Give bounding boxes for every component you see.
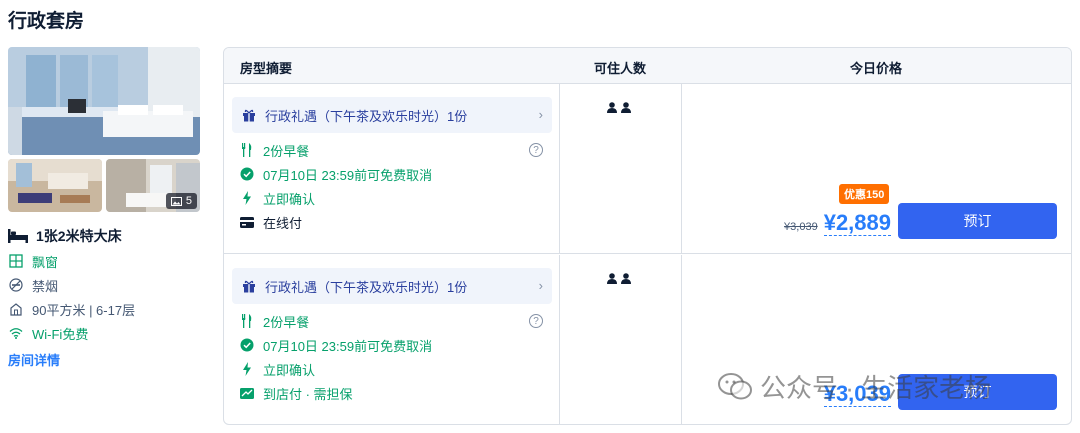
bed-type: 1张2米特大床: [36, 228, 122, 244]
photo-count: 5: [185, 195, 192, 207]
lightning-icon: [240, 191, 254, 205]
help-icon[interactable]: ?: [529, 143, 543, 157]
bed-icon: [8, 229, 28, 243]
gift-icon: [243, 280, 255, 293]
header-occupancy: 可住人数: [594, 61, 647, 76]
feature-window: 飘窗: [8, 252, 201, 270]
breakfast-perk: 2份早餐: [240, 141, 309, 159]
photo-count-badge[interactable]: 5: [165, 193, 197, 209]
feature-wifi: Wi-Fi免费: [8, 324, 201, 342]
feature-no-smoking: 禁烟: [8, 276, 201, 294]
book-button[interactable]: 预订: [898, 203, 1057, 239]
chevron-right-icon: ›: [538, 107, 543, 122]
cancel-perk: 07月10日 23:59前可免费取消: [240, 165, 432, 183]
rate-table: 房型摘要 可住人数 今日价格 行政礼遇（下午茶及欢乐时光）1份 › 2份早餐 ?…: [223, 47, 1072, 425]
room-info-panel: 5 1张2米特大床 飘窗 禁烟 90平方米 | 6-17层 Wi-Fi免费 房间…: [8, 47, 201, 370]
room-size-icon: [8, 301, 24, 317]
header-price: 今日价格: [850, 61, 903, 76]
room-photo-main[interactable]: [8, 47, 200, 155]
table-header: 房型摘要 可住人数 今日价格: [224, 48, 1071, 84]
payment-perk: 到店付 · 需担保: [240, 384, 353, 402]
current-price[interactable]: ¥3,039: [823, 382, 891, 407]
person-icon: [607, 102, 617, 113]
pay-at-hotel-icon: [240, 386, 254, 400]
original-price: ¥3,039: [784, 221, 818, 233]
column-divider: [681, 84, 682, 253]
room-photo-thumb[interactable]: 5: [106, 159, 200, 212]
confirm-perk: 立即确认: [240, 360, 315, 378]
gift-icon: [243, 109, 255, 122]
person-icon: [621, 273, 631, 284]
check-circle-icon: [240, 167, 254, 181]
card-icon: [240, 215, 254, 229]
chevron-right-icon: ›: [538, 278, 543, 293]
help-icon[interactable]: ?: [529, 314, 543, 328]
current-price[interactable]: ¥2,889: [823, 211, 891, 236]
book-button[interactable]: 预订: [898, 374, 1057, 410]
guest-icons: [607, 102, 631, 113]
feature-room-size: 90平方米 | 6-17层: [8, 300, 201, 318]
person-icon: [607, 273, 617, 284]
column-divider: [559, 255, 560, 424]
guest-icons: [607, 273, 631, 284]
wifi-icon: [8, 325, 24, 341]
gift-text: 行政礼遇（下午茶及欢乐时光）1份: [265, 108, 468, 124]
window-icon: [8, 253, 24, 269]
price-row: ¥3,039: [823, 382, 891, 407]
confirm-perk: 立即确认: [240, 189, 315, 207]
lightning-icon: [240, 362, 254, 376]
table-row: 行政礼遇（下午茶及欢乐时光）1份 › 2份早餐 ? 07月10日 23:59前可…: [224, 255, 1071, 424]
cancel-perk: 07月10日 23:59前可免费取消: [240, 336, 432, 354]
discount-badge: 优惠150: [839, 184, 890, 204]
cutlery-icon: [240, 143, 254, 157]
no-smoking-icon: [8, 277, 24, 293]
gift-benefit[interactable]: 行政礼遇（下午茶及欢乐时光）1份 ›: [232, 268, 552, 304]
cutlery-icon: [240, 314, 254, 328]
column-divider: [559, 84, 560, 253]
gift-benefit[interactable]: 行政礼遇（下午茶及欢乐时光）1份 ›: [232, 97, 552, 133]
breakfast-perk: 2份早餐: [240, 312, 309, 330]
payment-perk: 在线付: [240, 213, 302, 231]
room-photo-thumb[interactable]: [8, 159, 102, 212]
person-icon: [621, 102, 631, 113]
gift-text: 行政礼遇（下午茶及欢乐时光）1份: [265, 279, 468, 295]
check-circle-icon: [240, 338, 254, 352]
header-summary: 房型摘要: [240, 61, 293, 76]
image-icon: [170, 196, 182, 206]
column-divider: [681, 255, 682, 424]
table-row: 行政礼遇（下午茶及欢乐时光）1份 › 2份早餐 ? 07月10日 23:59前可…: [224, 84, 1071, 254]
room-detail-link[interactable]: 房间详情: [8, 350, 60, 369]
price-row: ¥3,039 ¥2,889: [784, 211, 891, 236]
page-title: 行政套房: [8, 11, 85, 32]
bed-info: 1张2米特大床: [8, 226, 201, 246]
